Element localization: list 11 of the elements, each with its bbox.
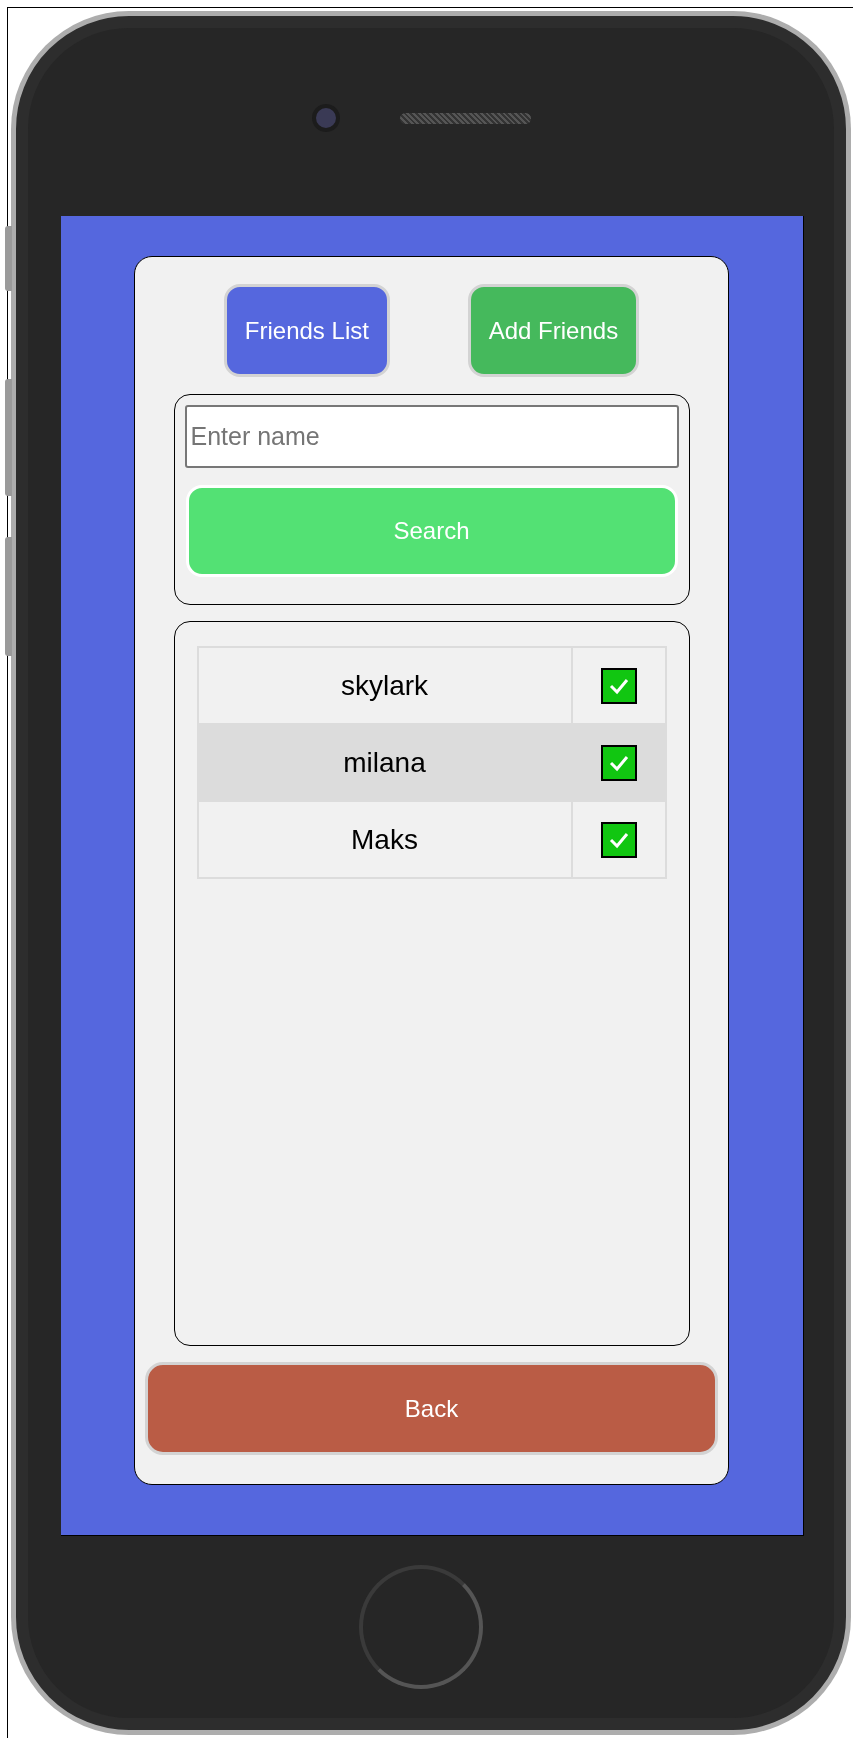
name-input[interactable]: Enter name xyxy=(184,405,679,468)
checkbox[interactable] xyxy=(600,744,637,781)
friend-row[interactable]: Maks xyxy=(198,800,665,877)
checkbox[interactable] xyxy=(600,821,637,858)
tab-button[interactable]: Add Friends xyxy=(467,284,640,377)
camera-icon xyxy=(311,104,340,132)
checkbox[interactable] xyxy=(600,667,637,704)
friend-row[interactable]: milana xyxy=(198,723,665,800)
back-button[interactable]: Back xyxy=(145,1362,718,1455)
tab-button[interactable]: Friends List xyxy=(223,284,390,377)
friend-name: Maks xyxy=(198,802,573,877)
